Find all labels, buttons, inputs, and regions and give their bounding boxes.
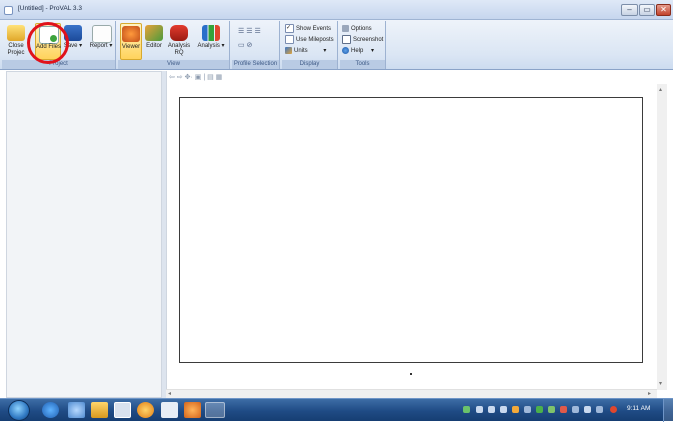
network-icon[interactable]: [536, 406, 543, 413]
help-icon: [342, 46, 349, 54]
ribbon-group-tools: Options Screenshot Help ▾ Tools: [340, 21, 386, 69]
car-icon: [170, 25, 188, 41]
wrench-icon: [342, 24, 349, 32]
bar-chart-icon: [202, 25, 220, 41]
proval-taskbar-button[interactable]: [205, 402, 225, 418]
profile-plot-frame[interactable]: [179, 97, 643, 363]
use-mileposts-checkbox[interactable]: Use Mileposts: [285, 35, 334, 45]
checkbox-checked-icon: ✓: [285, 24, 294, 33]
analysis-rq-button[interactable]: Analysis RQ: [166, 23, 192, 60]
help-button[interactable]: Help ▾: [342, 46, 374, 56]
scroll-left-icon[interactable]: ◂: [168, 390, 171, 397]
editor-icon: [145, 25, 163, 41]
scroll-right-icon[interactable]: ▸: [648, 390, 651, 397]
tray-icon-6[interactable]: [524, 406, 531, 413]
tray-icon-4[interactable]: [500, 406, 507, 413]
window-title: [Untitled] - ProVAL 3.3: [18, 5, 82, 12]
checkbox-icon: [285, 35, 294, 44]
close-project-label-2: Projec: [7, 50, 25, 56]
app-taskbar-icon[interactable]: [184, 402, 201, 418]
tray-icon-3[interactable]: [488, 406, 495, 413]
screenshot-label: Screenshot: [353, 37, 384, 44]
document-taskbar-icon[interactable]: [161, 402, 178, 418]
analysis-rq-label: Analysis RQ: [167, 43, 191, 56]
horizontal-scrollbar[interactable]: ◂ ▸: [166, 389, 657, 398]
viewer-icon: [122, 26, 140, 42]
tray-icon-10[interactable]: [572, 406, 579, 413]
folder-icon: [7, 25, 25, 41]
group-label-display: Display: [282, 60, 337, 69]
app-icon[interactable]: [4, 6, 13, 15]
project-tree-panel[interactable]: [6, 71, 162, 398]
show-events-label: Show Events: [296, 26, 332, 33]
window-taskbar-icon[interactable]: [114, 402, 131, 418]
vertical-scrollbar[interactable]: ▴ ▾: [657, 84, 667, 390]
ie-icon[interactable]: [42, 402, 59, 418]
viewer-label: Viewer: [121, 44, 141, 50]
folder-taskbar-icon[interactable]: [91, 402, 108, 418]
screenshot-icon: [342, 35, 351, 44]
viewer-toolbar[interactable]: ⇦ ⇨ ✥· ▣ | ▤ ▦: [169, 73, 222, 83]
group-label-profile-selection: Profile Selection: [232, 60, 279, 69]
ribbon: Close Projec Add Files Save ▾ Report ▾ P…: [0, 20, 673, 70]
units-icon: [285, 46, 292, 54]
close-project-button[interactable]: Close Projec: [4, 23, 28, 60]
report-button[interactable]: Report ▾: [88, 23, 114, 60]
align-icons[interactable]: ☰ ☰ ☰: [238, 27, 274, 36]
screenshot-button[interactable]: Screenshot: [342, 35, 383, 45]
help-label: Help: [351, 48, 364, 54]
group-label-view: View: [118, 60, 229, 69]
tray-icon-1[interactable]: [463, 406, 470, 413]
volume-icon[interactable]: [584, 406, 591, 413]
editor-button[interactable]: Editor: [144, 23, 164, 60]
use-mileposts-label: Use Mileposts: [296, 37, 334, 44]
report-icon: [92, 25, 112, 43]
tray-icon-12[interactable]: [596, 406, 603, 413]
start-button[interactable]: [8, 400, 30, 421]
tray-icon-8[interactable]: [548, 406, 555, 413]
tray-icon-9[interactable]: [560, 406, 567, 413]
analysis-label: Analysis: [197, 43, 220, 49]
units-dropdown[interactable]: Units ▾: [285, 46, 326, 56]
close-window-button[interactable]: ✕: [656, 4, 671, 16]
media-icon[interactable]: [137, 402, 154, 418]
units-label: Units: [294, 48, 308, 54]
tray-icon-5[interactable]: [512, 406, 519, 413]
tray-icon-2[interactable]: [476, 406, 483, 413]
scroll-up-icon[interactable]: ▴: [659, 86, 662, 93]
report-label: Report: [89, 43, 108, 49]
minimize-button[interactable]: –: [621, 4, 638, 16]
clock[interactable]: 9:11 AM: [627, 405, 650, 412]
tray-icon-13[interactable]: [610, 406, 617, 413]
app-icon-2[interactable]: [68, 402, 85, 418]
close-project-label: Close: [8, 43, 24, 49]
title-bar: [Untitled] - ProVAL 3.3 – ▭ ✕: [0, 0, 673, 20]
scroll-down-icon[interactable]: ▾: [659, 380, 662, 387]
profile-select-icons[interactable]: ▭ ⊘: [238, 41, 260, 50]
ribbon-group-profile-selection: ☰ ☰ ☰ ▭ ⊘ Profile Selection: [232, 21, 280, 69]
group-label-project: Project: [2, 60, 115, 69]
analysis-button[interactable]: Analysis ▾: [196, 23, 226, 60]
ribbon-group-display: ✓ Show Events Use Mileposts Units ▾ Displ…: [282, 21, 338, 69]
dot-marker: [410, 373, 412, 375]
show-desktop-button[interactable]: [663, 399, 673, 422]
maximize-button[interactable]: ▭: [639, 4, 655, 16]
taskbar: 9:11 AM: [0, 398, 673, 422]
options-button[interactable]: Options: [342, 24, 372, 34]
group-label-tools: Tools: [340, 60, 385, 69]
highlight-circle-annotation: [27, 22, 69, 64]
editor-label: Editor: [146, 43, 162, 49]
viewer-button[interactable]: Viewer: [120, 23, 142, 60]
ribbon-group-view: Viewer Editor Analysis RQ Analysis ▾ Vie…: [118, 21, 230, 69]
options-label: Options: [351, 26, 372, 32]
show-events-checkbox[interactable]: ✓ Show Events: [285, 24, 331, 34]
